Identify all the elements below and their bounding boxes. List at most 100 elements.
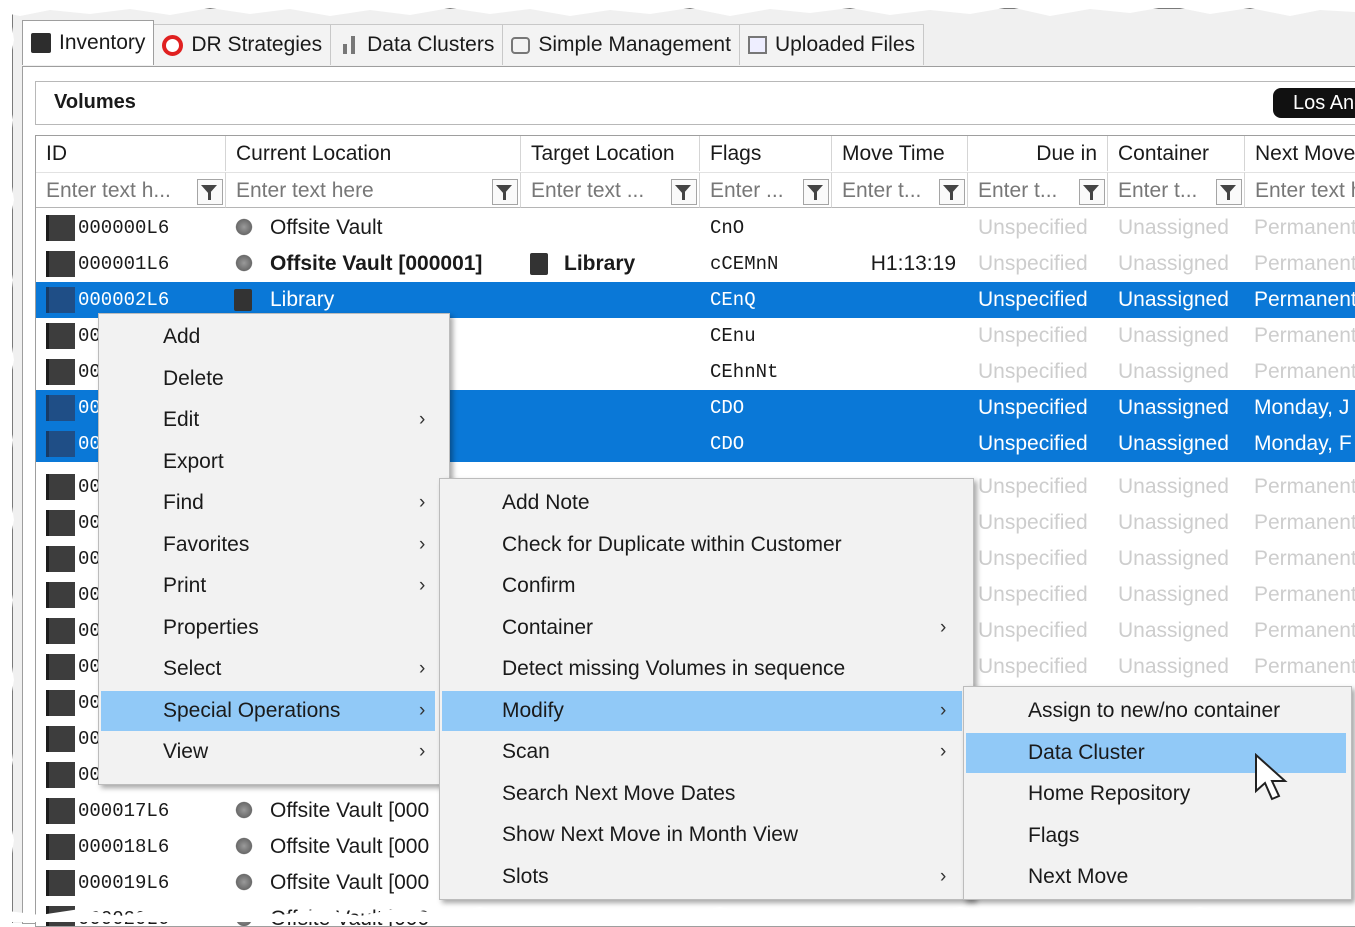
menu-item-modify[interactable]: Modify › <box>442 690 962 731</box>
menu-item-next-move[interactable]: Next Move <box>966 857 1346 897</box>
cell-move-time <box>836 210 956 246</box>
cell-container: Unassigned <box>1118 511 1229 534</box>
filter-funnel-icon[interactable] <box>1216 179 1242 205</box>
vault-icon <box>234 253 254 273</box>
menu-item-check-for-duplicate-within-customer[interactable]: Check for Duplicate within Customer <box>442 525 962 565</box>
menu-item-label: Container <box>502 615 594 639</box>
menu-item-container[interactable]: Container › <box>442 608 962 648</box>
cell-container: Unassigned <box>1118 252 1229 275</box>
filter-input[interactable]: Enter t... <box>968 172 1108 208</box>
cell-id: 000000L6 <box>78 217 170 239</box>
menu-item-scan[interactable]: Scan › <box>442 732 962 772</box>
chevron-right-icon: › <box>940 699 947 721</box>
filter-funnel-icon[interactable] <box>939 179 965 205</box>
tab-uploaded-files[interactable]: Uploaded Files <box>738 24 925 65</box>
volume-icon <box>46 618 75 644</box>
volume-book-icon <box>31 33 51 53</box>
menu-item-export[interactable]: Export <box>101 442 435 482</box>
filter-input[interactable]: Enter t... <box>1108 172 1245 208</box>
menu-item-add[interactable]: Add <box>101 317 435 357</box>
menu-item-label: Scan <box>502 740 550 763</box>
filter-placeholder: Enter t... <box>842 179 922 202</box>
tab-dr-strategies[interactable]: DR Strategies <box>153 24 332 65</box>
column-header-current-location[interactable]: Current Location <box>226 136 521 171</box>
menu-item-print[interactable]: Print › <box>101 566 435 606</box>
menu-item-slots[interactable]: Slots › <box>442 857 962 897</box>
menu-item-detect-missing-volumes-in-sequence[interactable]: Detect missing Volumes in sequence <box>442 649 962 689</box>
filter-input[interactable]: Enter text here <box>226 172 521 208</box>
menu-item-select[interactable]: Select › <box>101 649 435 689</box>
cell-due-in: Unspecified <box>978 252 1088 275</box>
cell-next-move: Permanent <box>1254 547 1355 570</box>
column-header-move-time[interactable]: Move Time <box>832 136 968 171</box>
menu-item-label: Add <box>163 325 201 348</box>
menu-item-label: Show Next Move in Month View <box>502 823 799 846</box>
cell-current-location: Offsite Vault [000 <box>270 907 430 927</box>
cell-due-in: Unspecified <box>978 396 1088 419</box>
menu-item-label: Print <box>163 574 207 597</box>
cell-move-time: H1:13:19 <box>870 252 956 275</box>
menu-item-label: Home Repository <box>1028 782 1191 805</box>
vault-icon <box>234 800 254 820</box>
menu-item-properties[interactable]: Properties <box>101 608 435 648</box>
filter-input[interactable]: Enter text h... <box>36 172 226 208</box>
cell-current-location: Offsite Vault [000001] <box>270 252 483 275</box>
column-header-due-in[interactable]: Due in <box>968 136 1108 171</box>
menu-item-search-next-move-dates[interactable]: Search Next Move Dates <box>442 774 962 814</box>
timezone-button[interactable]: Los Ange <box>1273 88 1355 118</box>
menu-item-show-next-move-in-month-view[interactable]: Show Next Move in Month View <box>442 815 962 855</box>
cell-next-move: Permanent <box>1254 288 1355 311</box>
cell-id: 000019L6 <box>78 872 170 894</box>
filter-funnel-icon[interactable] <box>803 179 829 205</box>
cell-next-move: Permanent <box>1254 655 1355 678</box>
menu-item-edit[interactable]: Edit › <box>101 400 435 440</box>
filter-placeholder: Enter t... <box>1118 179 1198 202</box>
filter-input[interactable]: Enter text ... <box>521 172 700 208</box>
table-row[interactable]: 000000L6 Offsite Vault CnO Unspecified Unass… <box>36 210 1355 246</box>
cell-flags: CDO <box>710 433 745 455</box>
volume-icon <box>46 323 75 349</box>
menu-item-label: Modify <box>502 698 564 722</box>
volume-icon <box>46 762 75 788</box>
filter-input[interactable]: Enter ... <box>700 172 832 208</box>
filter-funnel-icon[interactable] <box>1079 179 1105 205</box>
chevron-right-icon: › <box>419 658 426 679</box>
menu-item-view[interactable]: View › <box>101 732 435 772</box>
chevron-right-icon: › <box>940 616 947 638</box>
vault-icon <box>234 872 254 892</box>
column-header-next-move[interactable]: Next Move <box>1245 136 1355 171</box>
tab-inventory[interactable]: Inventory <box>22 20 155 65</box>
menu-item-label: Add Note <box>502 491 590 514</box>
column-header-id[interactable]: ID <box>36 136 226 171</box>
menu-item-label: Edit <box>163 408 200 431</box>
column-header-target-location[interactable]: Target Location <box>521 136 700 171</box>
cell-flags: CDO <box>710 397 745 419</box>
menu-item-assign-to-new-no-container[interactable]: Assign to new/no container <box>966 691 1346 731</box>
filter-funnel-icon[interactable] <box>671 179 697 205</box>
filter-funnel-icon[interactable] <box>492 179 518 205</box>
menu-item-label: Slots <box>502 864 549 888</box>
menu-item-label: Data Cluster <box>1028 740 1145 764</box>
vault-icon <box>234 217 254 237</box>
menu-item-special-operations[interactable]: Special Operations › <box>101 690 435 731</box>
menu-item-find[interactable]: Find › <box>101 483 435 523</box>
column-header-container[interactable]: Container <box>1108 136 1245 171</box>
cell-due-in: Unspecified <box>978 324 1088 347</box>
menu-item-add-note[interactable]: Add Note <box>442 483 962 523</box>
volume-icon <box>46 690 75 716</box>
filter-input[interactable]: Enter text h <box>1245 172 1355 208</box>
tab-simple-management[interactable]: Simple Management <box>502 24 740 65</box>
menu-item-flags[interactable]: Flags <box>966 816 1346 856</box>
filter-input[interactable]: Enter t... <box>832 172 968 208</box>
menu-item-confirm[interactable]: Confirm <box>442 566 962 606</box>
menu-item-label: Delete <box>163 366 224 390</box>
cell-id: 000001L6 <box>78 253 170 275</box>
table-row[interactable]: 000001L6 Offsite Vault [000001] Library cCE… <box>36 246 1355 282</box>
menu-item-favorites[interactable]: Favorites › <box>101 525 435 565</box>
menu-item-delete[interactable]: Delete <box>101 359 435 399</box>
filter-funnel-icon[interactable] <box>197 179 223 205</box>
cell-next-move: Permanent <box>1254 475 1355 498</box>
tab-data-clusters[interactable]: Data Clusters <box>330 24 504 65</box>
table-row[interactable]: 000020L6 Offsite Vault [000 <box>36 901 1355 927</box>
column-header-flags[interactable]: Flags <box>700 136 832 171</box>
